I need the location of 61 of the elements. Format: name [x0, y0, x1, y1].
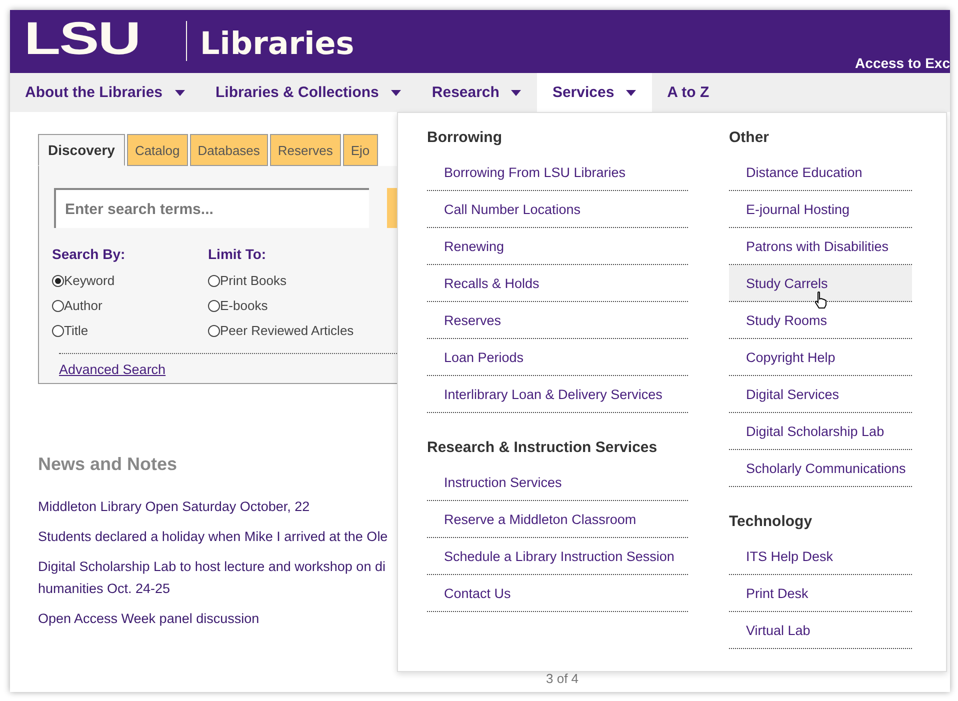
radio-label[interactable]: Title [64, 323, 88, 338]
radio-button[interactable] [52, 300, 64, 312]
menu-item[interactable]: ITS Help Desk [729, 538, 912, 575]
page-indicator: 3 of 4 [546, 671, 580, 686]
search-tab[interactable]: Catalog [126, 134, 188, 166]
menu-heading: Technology [729, 513, 814, 530]
radio-button[interactable] [52, 274, 64, 286]
news-link[interactable]: Middleton Library Open Saturday October, 22 [38, 496, 310, 518]
radio-button[interactable] [208, 324, 220, 336]
section-heading: News and Notes [38, 454, 178, 475]
menu-heading: Research & Instruction Services [427, 439, 658, 456]
nav-tab[interactable]: About the Libraries [10, 73, 201, 112]
menu-item[interactable]: Reserves [427, 302, 688, 339]
menu-item[interactable]: Print Desk [729, 575, 912, 612]
radio-button[interactable] [208, 274, 220, 286]
nav-tab[interactable]: Research [416, 73, 538, 112]
menu-item[interactable]: Contact Us [427, 575, 688, 612]
advanced-search-link[interactable]: Advanced Search [59, 362, 166, 377]
menu-item[interactable]: Schedule a Library Instruction Session [427, 538, 688, 575]
menu-item[interactable]: Recalls & Holds [427, 265, 688, 302]
news-link[interactable]: Open Access Week panel discussion [38, 608, 260, 630]
menu-item[interactable]: Virtual Lab [729, 612, 912, 649]
nav-tab[interactable]: Services [537, 73, 652, 112]
search-tab[interactable]: Ejo [342, 134, 378, 166]
radio-label[interactable]: Peer Reviewed Articles [220, 323, 354, 338]
radio-button[interactable] [208, 300, 220, 312]
radio-label[interactable]: E-books [220, 298, 268, 313]
menu-item[interactable]: Distance Education [729, 154, 912, 191]
search-field[interactable]: Enter search terms... [54, 188, 369, 228]
search-tab[interactable]: Databases [190, 134, 268, 166]
news-link[interactable]: Students declared a holiday when Mike I arrived at the Ole [38, 526, 388, 548]
menu-item[interactable]: Digital Scholarship Lab [729, 413, 912, 450]
radio-label[interactable]: Author [64, 298, 102, 313]
menu-item[interactable]: Instruction Services [427, 464, 688, 501]
radio-button[interactable] [52, 324, 64, 336]
pointer-cursor-icon [814, 291, 828, 309]
search-tab[interactable]: Reserves [270, 134, 341, 166]
tagline: Access to Exc [855, 56, 950, 70]
menu-heading: Other [729, 129, 770, 146]
menu-item[interactable]: Interlibrary Loan & Delivery Services [427, 376, 688, 413]
menu-item[interactable]: Renewing [427, 228, 688, 265]
logo[interactable]: LSU [24, 15, 140, 61]
radio-label[interactable]: Keyword [64, 273, 115, 288]
menu-item[interactable]: Digital Services [729, 376, 912, 413]
menu-item[interactable]: E-journal Hosting [729, 191, 912, 228]
search-tab[interactable]: Discovery [38, 134, 125, 166]
menu-item[interactable]: Call Number Locations [427, 191, 688, 228]
group-label: Search By: [52, 246, 126, 262]
menu-item[interactable]: Scholarly Communications [729, 450, 912, 487]
menu-item[interactable]: Borrowing From LSU Libraries [427, 154, 688, 191]
group-label: Limit To: [208, 246, 268, 262]
menu-heading: Borrowing [427, 129, 503, 146]
site-title: Libraries [200, 29, 354, 60]
nav-tab[interactable]: A to Z [652, 73, 726, 112]
menu-item[interactable]: Study Rooms [729, 302, 912, 339]
menu-item[interactable]: Reserve a Middleton Classroom [427, 501, 688, 538]
radio-label[interactable]: Print Books [220, 273, 286, 288]
news-link[interactable]: Digital Scholarship Lab to host lecture and workshop on di humanities Oct. 24-25 [38, 556, 386, 600]
menu-item[interactable]: Loan Periods [427, 339, 688, 376]
menu-item[interactable]: Copyright Help [729, 339, 912, 376]
nav-tab[interactable]: Libraries & Collections [200, 73, 417, 112]
